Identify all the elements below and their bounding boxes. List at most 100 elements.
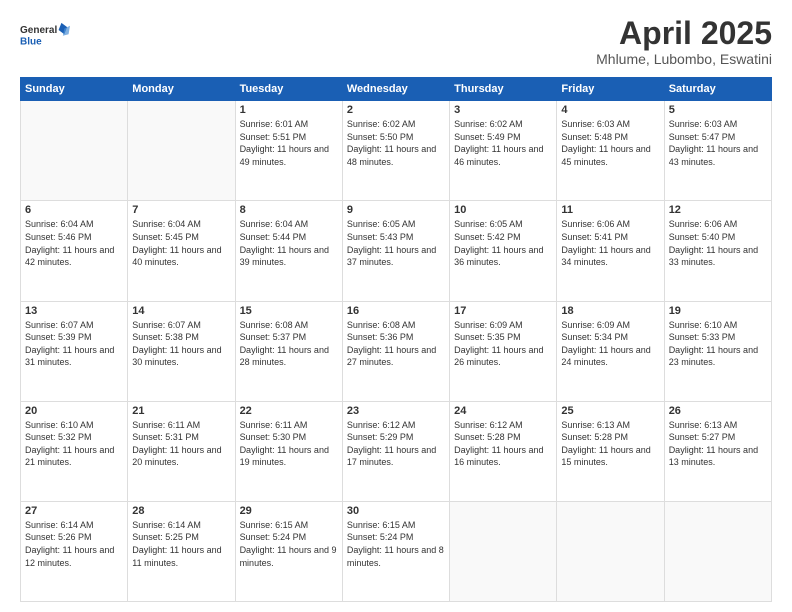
- calendar-cell: 17 Sunrise: 6:09 AMSunset: 5:35 PMDayligh…: [450, 301, 557, 401]
- day-info: Sunrise: 6:03 AMSunset: 5:47 PMDaylight:…: [669, 118, 767, 168]
- calendar-cell: 20Sunrise: 6:10 AMSunset: 5:32 PMDayligh…: [21, 401, 128, 501]
- day-number: 13: [25, 305, 123, 317]
- day-number: 15: [240, 305, 338, 317]
- day-number: 30: [347, 505, 445, 517]
- calendar-cell: 8Sunrise: 6:04 AMSunset: 5:44 PMDaylight…: [235, 201, 342, 301]
- day-info: Sunrise: 6:10 AMSunset: 5:32 PMDaylight:…: [25, 419, 123, 469]
- calendar-cell: 5 Sunrise: 6:03 AMSunset: 5:47 PMDaylight…: [664, 101, 771, 201]
- calendar-cell: [21, 101, 128, 201]
- calendar-cell: 19 Sunrise: 6:10 AMSunset: 5:33 PMDayligh…: [664, 301, 771, 401]
- calendar-cell: 30Sunrise: 6:15 AMSunset: 5:24 PMDayligh…: [342, 501, 449, 601]
- calendar-cell: 26Sunrise: 6:13 AMSunset: 5:27 PMDayligh…: [664, 401, 771, 501]
- day-number: 24: [454, 405, 552, 417]
- calendar-cell: 23 Sunrise: 6:12 AMSunset: 5:29 PMDayligh…: [342, 401, 449, 501]
- page: General Blue April 2025 Mhlume, Lubombo,…: [0, 0, 792, 612]
- calendar-cell: 16 Sunrise: 6:08 AMSunset: 5:36 PMDayligh…: [342, 301, 449, 401]
- calendar-cell: 29 Sunrise: 6:15 AMSunset: 5:24 PMDayligh…: [235, 501, 342, 601]
- day-number: 17: [454, 305, 552, 317]
- day-number: 5: [669, 104, 767, 116]
- location: Mhlume, Lubombo, Eswatini: [596, 51, 772, 67]
- week-row-2: 6 Sunrise: 6:04 AMSunset: 5:46 PMDaylight…: [21, 201, 772, 301]
- week-row-3: 13 Sunrise: 6:07 AMSunset: 5:39 PMDayligh…: [21, 301, 772, 401]
- month-title: April 2025: [596, 16, 772, 51]
- day-number: 11: [561, 204, 659, 216]
- week-row-5: 27 Sunrise: 6:14 AMSunset: 5:26 PMDayligh…: [21, 501, 772, 601]
- calendar-cell: [128, 101, 235, 201]
- day-info: Sunrise: 6:05 AMSunset: 5:43 PMDaylight:…: [347, 218, 445, 268]
- calendar-cell: 4 Sunrise: 6:03 AMSunset: 5:48 PMDaylight…: [557, 101, 664, 201]
- calendar-cell: 18 Sunrise: 6:09 AMSunset: 5:34 PMDayligh…: [557, 301, 664, 401]
- day-info: Sunrise: 6:08 AMSunset: 5:37 PMDaylight:…: [240, 319, 338, 369]
- day-info: Sunrise: 6:05 AMSunset: 5:42 PMDaylight:…: [454, 218, 552, 268]
- day-number: 25: [561, 405, 659, 417]
- day-info: Sunrise: 6:11 AMSunset: 5:30 PMDaylight:…: [240, 419, 338, 469]
- weekday-header-friday: Friday: [557, 78, 664, 101]
- header: General Blue April 2025 Mhlume, Lubombo,…: [20, 16, 772, 67]
- calendar-cell: 24 Sunrise: 6:12 AMSunset: 5:28 PMDayligh…: [450, 401, 557, 501]
- day-number: 12: [669, 204, 767, 216]
- day-info: Sunrise: 6:06 AMSunset: 5:40 PMDaylight:…: [669, 218, 767, 268]
- day-info: Sunrise: 6:01 AMSunset: 5:51 PMDaylight:…: [240, 118, 338, 168]
- day-number: 22: [240, 405, 338, 417]
- day-number: 26: [669, 405, 767, 417]
- calendar-cell: 15 Sunrise: 6:08 AMSunset: 5:37 PMDayligh…: [235, 301, 342, 401]
- day-number: 21: [132, 405, 230, 417]
- day-info: Sunrise: 6:12 AMSunset: 5:28 PMDaylight:…: [454, 419, 552, 469]
- weekday-header-thursday: Thursday: [450, 78, 557, 101]
- calendar-cell: 14Sunrise: 6:07 AMSunset: 5:38 PMDayligh…: [128, 301, 235, 401]
- day-number: 19: [669, 305, 767, 317]
- day-number: 27: [25, 505, 123, 517]
- day-info: Sunrise: 6:11 AMSunset: 5:31 PMDaylight:…: [132, 419, 230, 469]
- calendar-body: 1 Sunrise: 6:01 AMSunset: 5:51 PMDaylight…: [21, 101, 772, 602]
- day-number: 10: [454, 204, 552, 216]
- day-info: Sunrise: 6:02 AMSunset: 5:49 PMDaylight:…: [454, 118, 552, 168]
- calendar-cell: 21 Sunrise: 6:11 AMSunset: 5:31 PMDayligh…: [128, 401, 235, 501]
- day-info: Sunrise: 6:14 AMSunset: 5:25 PMDaylight:…: [132, 519, 230, 569]
- day-number: 29: [240, 505, 338, 517]
- day-number: 14: [132, 305, 230, 317]
- weekday-header-row: SundayMondayTuesdayWednesdayThursdayFrid…: [21, 78, 772, 101]
- day-info: Sunrise: 6:04 AMSunset: 5:46 PMDaylight:…: [25, 218, 123, 268]
- calendar-cell: [450, 501, 557, 601]
- day-info: Sunrise: 6:07 AMSunset: 5:39 PMDaylight:…: [25, 319, 123, 369]
- calendar-cell: [557, 501, 664, 601]
- calendar-cell: 13 Sunrise: 6:07 AMSunset: 5:39 PMDayligh…: [21, 301, 128, 401]
- day-info: Sunrise: 6:10 AMSunset: 5:33 PMDaylight:…: [669, 319, 767, 369]
- week-row-4: 20Sunrise: 6:10 AMSunset: 5:32 PMDayligh…: [21, 401, 772, 501]
- day-info: Sunrise: 6:03 AMSunset: 5:48 PMDaylight:…: [561, 118, 659, 168]
- day-number: 4: [561, 104, 659, 116]
- weekday-header-saturday: Saturday: [664, 78, 771, 101]
- calendar-cell: 25 Sunrise: 6:13 AMSunset: 5:28 PMDayligh…: [557, 401, 664, 501]
- day-number: 23: [347, 405, 445, 417]
- day-number: 6: [25, 204, 123, 216]
- calendar-cell: 11Sunrise: 6:06 AMSunset: 5:41 PMDayligh…: [557, 201, 664, 301]
- title-block: April 2025 Mhlume, Lubombo, Eswatini: [596, 16, 772, 67]
- day-info: Sunrise: 6:09 AMSunset: 5:34 PMDaylight:…: [561, 319, 659, 369]
- calendar-cell: 10 Sunrise: 6:05 AMSunset: 5:42 PMDayligh…: [450, 201, 557, 301]
- week-row-1: 1 Sunrise: 6:01 AMSunset: 5:51 PMDaylight…: [21, 101, 772, 201]
- day-number: 16: [347, 305, 445, 317]
- calendar-table: SundayMondayTuesdayWednesdayThursdayFrid…: [20, 77, 772, 602]
- day-info: Sunrise: 6:12 AMSunset: 5:29 PMDaylight:…: [347, 419, 445, 469]
- day-info: Sunrise: 6:15 AMSunset: 5:24 PMDaylight:…: [240, 519, 338, 569]
- day-info: Sunrise: 6:14 AMSunset: 5:26 PMDaylight:…: [25, 519, 123, 569]
- calendar-cell: 3Sunrise: 6:02 AMSunset: 5:49 PMDaylight…: [450, 101, 557, 201]
- calendar-cell: 9 Sunrise: 6:05 AMSunset: 5:43 PMDaylight…: [342, 201, 449, 301]
- day-info: Sunrise: 6:02 AMSunset: 5:50 PMDaylight:…: [347, 118, 445, 168]
- day-number: 9: [347, 204, 445, 216]
- day-info: Sunrise: 6:09 AMSunset: 5:35 PMDaylight:…: [454, 319, 552, 369]
- day-info: Sunrise: 6:04 AMSunset: 5:44 PMDaylight:…: [240, 218, 338, 268]
- calendar-cell: 7Sunrise: 6:04 AMSunset: 5:45 PMDaylight…: [128, 201, 235, 301]
- day-info: Sunrise: 6:08 AMSunset: 5:36 PMDaylight:…: [347, 319, 445, 369]
- svg-text:General: General: [20, 25, 57, 36]
- day-number: 2: [347, 104, 445, 116]
- calendar-cell: 1 Sunrise: 6:01 AMSunset: 5:51 PMDaylight…: [235, 101, 342, 201]
- day-number: 18: [561, 305, 659, 317]
- day-info: Sunrise: 6:13 AMSunset: 5:28 PMDaylight:…: [561, 419, 659, 469]
- day-number: 1: [240, 104, 338, 116]
- logo-svg: General Blue: [20, 16, 70, 54]
- calendar-cell: 22 Sunrise: 6:11 AMSunset: 5:30 PMDayligh…: [235, 401, 342, 501]
- weekday-header-sunday: Sunday: [21, 78, 128, 101]
- logo: General Blue: [20, 16, 70, 54]
- calendar-cell: 28Sunrise: 6:14 AMSunset: 5:25 PMDayligh…: [128, 501, 235, 601]
